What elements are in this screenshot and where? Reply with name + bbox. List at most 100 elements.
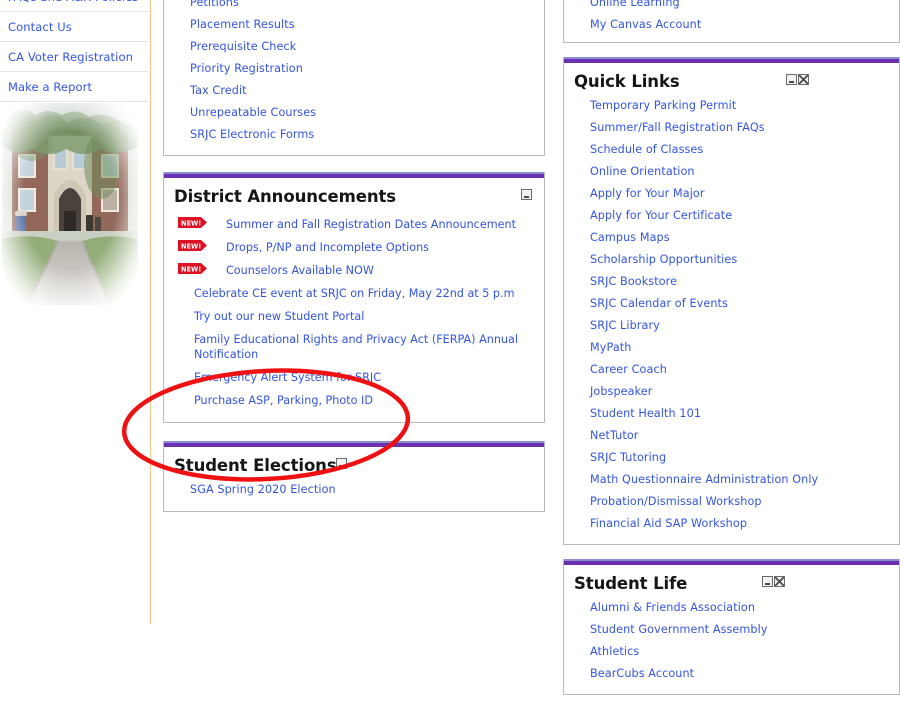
list-item[interactable]: Financial Aid SAP Workshop — [574, 513, 889, 535]
sidebar-item-faqs[interactable]: FAQs and A&R Policies — [0, 0, 148, 12]
list-item[interactable]: Alumni & Friends Association — [574, 597, 889, 619]
link-unrepeatable-courses[interactable]: Unrepeatable Courses — [190, 106, 316, 119]
list-item[interactable]: Priority Registration — [174, 58, 534, 80]
list-item[interactable]: Online Orientation — [574, 161, 889, 183]
list-item[interactable]: SGA Spring 2020 Election — [174, 479, 534, 501]
list-item[interactable]: NEW! Summer and Fall Registration Dates … — [174, 213, 534, 236]
link-online-orientation[interactable]: Online Orientation — [590, 165, 695, 178]
link-athletics[interactable]: Athletics — [590, 645, 639, 658]
announcement-link[interactable]: Celebrate CE event at SRJC on Friday, Ma… — [194, 287, 514, 300]
link-student-health-101[interactable]: Student Health 101 — [590, 407, 701, 420]
list-item[interactable]: Celebrate CE event at SRJC on Friday, Ma… — [174, 282, 534, 305]
list-item[interactable]: Family Educational Rights and Privacy Ac… — [174, 328, 534, 366]
announcement-link[interactable]: Summer and Fall Registration Dates Annou… — [226, 218, 516, 231]
link-probation-dismissal-workshop[interactable]: Probation/Dismissal Workshop — [590, 495, 762, 508]
announcement-link[interactable]: Family Educational Rights and Privacy Ac… — [194, 333, 518, 361]
list-item[interactable]: Student Government Assembly — [574, 619, 889, 641]
list-item[interactable]: Temporary Parking Permit — [574, 95, 889, 117]
link-apply-for-your-major[interactable]: Apply for Your Major — [590, 187, 705, 200]
close-icon[interactable] — [798, 74, 809, 85]
announcement-link[interactable]: Try out our new Student Portal — [194, 310, 364, 323]
link-srjc-library[interactable]: SRJC Library — [590, 319, 660, 332]
sidebar-link-ca-voter-registration[interactable]: CA Voter Registration — [8, 50, 133, 64]
announcement-link[interactable]: Purchase ASP, Parking, Photo ID — [194, 394, 373, 407]
close-icon[interactable] — [774, 576, 785, 587]
list-item[interactable]: SRJC Tutoring — [574, 447, 889, 469]
list-item[interactable]: Prerequisite Check — [174, 36, 534, 58]
link-online-learning[interactable]: Online Learning — [590, 0, 680, 9]
list-item[interactable]: Emergency Alert System for SRJC — [174, 366, 534, 389]
link-srjc-electronic-forms[interactable]: SRJC Electronic Forms — [190, 128, 314, 141]
link-temporary-parking-permit[interactable]: Temporary Parking Permit — [590, 99, 736, 112]
link-scholarship-opportunities[interactable]: Scholarship Opportunities — [590, 253, 737, 266]
list-item[interactable]: NetTutor — [574, 425, 889, 447]
minimize-icon[interactable] — [336, 458, 347, 469]
list-item[interactable]: MyPath — [574, 337, 889, 359]
link-math-questionnaire-administration-only[interactable]: Math Questionnaire Administration Only — [590, 473, 818, 486]
list-item[interactable]: Athletics — [574, 641, 889, 663]
link-srjc-calendar-of-events[interactable]: SRJC Calendar of Events — [590, 297, 728, 310]
list-item[interactable]: Apply for Your Major — [574, 183, 889, 205]
list-item[interactable]: My Canvas Account — [574, 14, 889, 36]
sidebar-link-faqs[interactable]: FAQs and A&R Policies — [8, 0, 138, 4]
list-item[interactable]: Student Health 101 — [574, 403, 889, 425]
list-item[interactable]: Scholarship Opportunities — [574, 249, 889, 271]
link-campus-maps[interactable]: Campus Maps — [590, 231, 670, 244]
link-jobspeaker[interactable]: Jobspeaker — [590, 385, 652, 398]
announcement-link[interactable]: Emergency Alert System for SRJC — [194, 371, 381, 384]
announcement-link[interactable]: Counselors Available NOW — [226, 264, 374, 277]
new-badge-icon: NEW! — [178, 240, 208, 251]
link-student-government-assembly[interactable]: Student Government Assembly — [590, 623, 768, 636]
list-item[interactable]: Summer/Fall Registration FAQs — [574, 117, 889, 139]
list-item[interactable]: Online Learning — [574, 0, 889, 14]
link-sga-spring-2020-election[interactable]: SGA Spring 2020 Election — [190, 483, 336, 496]
link-career-coach[interactable]: Career Coach — [590, 363, 667, 376]
minimize-icon[interactable] — [786, 74, 797, 85]
link-priority-registration[interactable]: Priority Registration — [190, 62, 303, 75]
sidebar-item-contact-us[interactable]: Contact Us — [0, 12, 148, 42]
list-item[interactable]: SRJC Library — [574, 315, 889, 337]
list-item[interactable]: Math Questionnaire Administration Only — [574, 469, 889, 491]
list-item[interactable]: Schedule of Classes — [574, 139, 889, 161]
list-item[interactable]: Petitions — [174, 0, 534, 14]
list-item[interactable]: Jobspeaker — [574, 381, 889, 403]
list-item[interactable]: Career Coach — [574, 359, 889, 381]
panel-header: Quick Links — [564, 63, 899, 95]
list-item[interactable]: SRJC Calendar of Events — [574, 293, 889, 315]
link-mypath[interactable]: MyPath — [590, 341, 631, 354]
list-item[interactable]: Campus Maps — [574, 227, 889, 249]
list-item[interactable]: Try out our new Student Portal — [174, 305, 534, 328]
sidebar-link-make-a-report[interactable]: Make a Report — [8, 80, 92, 94]
list-item[interactable]: Unrepeatable Courses — [174, 102, 534, 124]
list-item[interactable]: SRJC Electronic Forms — [174, 124, 534, 146]
link-financial-aid-sap-workshop[interactable]: Financial Aid SAP Workshop — [590, 517, 747, 530]
link-summer-fall-registration-faqs[interactable]: Summer/Fall Registration FAQs — [590, 121, 765, 134]
link-prerequisite-check[interactable]: Prerequisite Check — [190, 40, 296, 53]
list-item[interactable]: BearCubs Account — [574, 663, 889, 685]
list-item[interactable]: SRJC Bookstore — [574, 271, 889, 293]
link-apply-for-your-certificate[interactable]: Apply for Your Certificate — [590, 209, 732, 222]
link-nettutor[interactable]: NetTutor — [590, 429, 639, 442]
link-srjc-bookstore[interactable]: SRJC Bookstore — [590, 275, 677, 288]
list-item[interactable]: Purchase ASP, Parking, Photo ID — [174, 389, 534, 412]
link-schedule-of-classes[interactable]: Schedule of Classes — [590, 143, 703, 156]
link-tax-credit[interactable]: Tax Credit — [190, 84, 247, 97]
link-bearcubs-account[interactable]: BearCubs Account — [590, 667, 694, 680]
list-item[interactable]: Apply for Your Certificate — [574, 205, 889, 227]
link-placement-results[interactable]: Placement Results — [190, 18, 295, 31]
list-item[interactable]: NEW! Counselors Available NOW — [174, 259, 534, 282]
sidebar-item-ca-voter-registration[interactable]: CA Voter Registration — [0, 42, 148, 72]
minimize-icon[interactable] — [521, 189, 532, 200]
list-item[interactable]: Placement Results — [174, 14, 534, 36]
list-item[interactable]: Tax Credit — [174, 80, 534, 102]
announcement-link[interactable]: Drops, P/NP and Incomplete Options — [226, 241, 429, 254]
list-item[interactable]: NEW! Drops, P/NP and Incomplete Options — [174, 236, 534, 259]
link-petitions[interactable]: Petitions — [190, 0, 239, 9]
minimize-icon[interactable] — [762, 576, 773, 587]
link-my-canvas-account[interactable]: My Canvas Account — [590, 18, 701, 31]
sidebar-item-make-a-report[interactable]: Make a Report — [0, 72, 148, 102]
sidebar-link-contact-us[interactable]: Contact Us — [8, 20, 72, 34]
list-item[interactable]: Probation/Dismissal Workshop — [574, 491, 889, 513]
link-alumni-friends-association[interactable]: Alumni & Friends Association — [590, 601, 755, 614]
link-srjc-tutoring[interactable]: SRJC Tutoring — [590, 451, 666, 464]
